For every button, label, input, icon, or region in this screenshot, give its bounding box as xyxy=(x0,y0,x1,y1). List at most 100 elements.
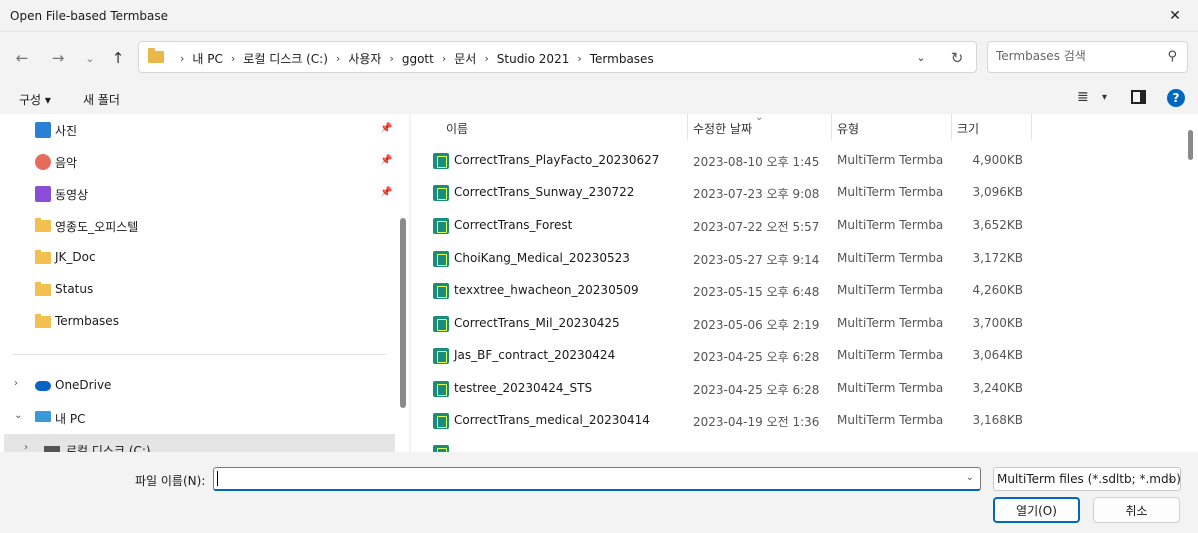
column-header-size[interactable]: 크기 xyxy=(957,120,979,146)
address-dropdown-icon[interactable]: ⌄ xyxy=(913,49,929,65)
file-row[interactable]: CorrectTrans_Forest 2023-07-22 오전 5:57 M… xyxy=(411,210,1181,242)
close-icon[interactable]: ✕ xyxy=(1152,0,1198,32)
file-size: 3,652KB xyxy=(972,218,1023,232)
filename-input[interactable]: ⌄ xyxy=(213,467,981,491)
sidebar-item-label: Termbases xyxy=(55,314,119,328)
sidebar-item-folder[interactable]: Termbases xyxy=(0,306,396,338)
search-box[interactable]: ⚲ xyxy=(987,41,1188,73)
chevron-right-icon[interactable]: › xyxy=(24,442,28,452)
sidebar-item-music[interactable]: 음악 📌 xyxy=(0,146,396,178)
file-row[interactable]: CorrectTrans_Mil_20230425 2023-05-06 오후 … xyxy=(411,308,1181,340)
sidebar-item-folder[interactable]: 영종도_오피스텔 xyxy=(0,210,396,242)
breadcrumb-item[interactable]: 내 PC xyxy=(192,50,222,67)
column-header-name[interactable]: 이름 xyxy=(446,120,468,146)
column-header-modified[interactable]: 수정한 날짜 xyxy=(693,120,752,146)
sidebar-item-videos[interactable]: 동영상 📌 xyxy=(0,178,396,210)
computer-icon xyxy=(35,411,51,422)
termbase-file-icon xyxy=(433,153,449,169)
dialog-footer: 파일 이름(N): ⌄ MultiTerm files (*.sdltb; *.… xyxy=(0,452,1198,533)
cancel-button[interactable]: 취소 xyxy=(1093,497,1180,523)
back-arrow-icon[interactable]: ← xyxy=(10,46,34,70)
file-name: testree_20230424_STS xyxy=(454,381,593,395)
folder-icon xyxy=(35,250,51,264)
breadcrumb-item[interactable]: 문서 xyxy=(454,50,476,67)
forward-arrow-icon[interactable]: → xyxy=(46,46,70,70)
file-row[interactable]: testree_20230424_STS 2023-04-25 오후 6:28 … xyxy=(411,373,1181,405)
scrollbar[interactable] xyxy=(1188,130,1193,160)
folder-icon xyxy=(35,218,51,232)
search-icon[interactable]: ⚲ xyxy=(1167,49,1177,64)
sidebar-item-local-disk[interactable]: › 로컬 디스크 (C:) xyxy=(4,434,395,452)
file-date: 2023-05-15 오후 6:48 xyxy=(693,285,820,299)
preview-pane-icon[interactable] xyxy=(1131,90,1146,104)
view-options-icon[interactable]: ≣ xyxy=(1077,89,1089,105)
onedrive-cloud-icon xyxy=(35,381,51,391)
file-row[interactable]: texxtree_hwacheon_20230509 2023-05-15 오후… xyxy=(411,275,1181,307)
termbase-file-icon xyxy=(433,413,449,429)
new-folder-button[interactable]: 새 폴더 xyxy=(83,91,120,108)
sidebar-item-onedrive[interactable]: › OneDrive xyxy=(0,370,396,402)
termbase-file-icon xyxy=(433,251,449,267)
breadcrumb-item[interactable]: ggott xyxy=(402,52,434,66)
file-list: 이름 수정한 날짜 ⌄ 유형 크기 CorrectTrans_PlayFacto… xyxy=(411,114,1198,452)
pin-icon[interactable]: 📌 xyxy=(380,155,392,166)
chevron-down-icon[interactable]: ⌄ xyxy=(1167,473,1175,484)
file-row[interactable]: CorrectTrans_medical_20230414 2023-04-19… xyxy=(411,405,1181,437)
sidebar-item-folder[interactable]: Status xyxy=(0,274,396,306)
sidebar-item-folder[interactable]: JK_Doc xyxy=(0,242,396,274)
termbase-file-icon xyxy=(433,381,449,397)
file-size: 4,900KB xyxy=(972,153,1023,167)
breadcrumb-item[interactable]: 로컬 디스크 (C:) xyxy=(243,50,328,67)
file-date: 2023-04-25 오후 6:28 xyxy=(693,350,820,364)
file-row[interactable]: CorrectTrans_Sunway_230722 2023-07-23 오후… xyxy=(411,177,1181,209)
file-name: ChoiKang_Medical_20230523 xyxy=(454,251,630,265)
breadcrumb-item[interactable]: Termbases xyxy=(590,52,654,66)
breadcrumb-item[interactable]: 사용자 xyxy=(348,50,381,67)
navigation-bar: ← → ⌄ ↑ › 내 PC › 로컬 디스크 (C:) › 사용자 › ggo… xyxy=(0,32,1198,84)
sidebar-item-label: OneDrive xyxy=(55,378,112,392)
file-name: CorrectTrans_Mil_20230425 xyxy=(454,316,620,330)
organize-menu-button[interactable]: 구성 ▾ xyxy=(19,91,51,108)
folder-icon xyxy=(35,282,51,296)
file-size: 4,260KB xyxy=(972,283,1023,297)
chevron-down-icon[interactable]: ⌄ xyxy=(14,410,22,421)
sidebar-item-pictures[interactable]: 사진 📌 xyxy=(0,114,396,146)
column-header-type[interactable]: 유형 xyxy=(837,120,859,146)
text-caret xyxy=(217,471,218,486)
file-type-filter-select[interactable]: MultiTerm files (*.sdltb; *.mdb) ⌄ xyxy=(993,467,1181,491)
sidebar-item-label: Status xyxy=(55,282,94,296)
termbase-file-icon xyxy=(433,316,449,332)
view-dropdown-icon[interactable]: ▾ xyxy=(1102,92,1107,103)
recent-locations-chevron-icon[interactable]: ⌄ xyxy=(78,46,102,70)
file-row[interactable]: ChoiKang_Medical_20230523 2023-05-27 오후 … xyxy=(411,243,1181,275)
pin-icon[interactable]: 📌 xyxy=(380,123,392,134)
sidebar-item-this-pc[interactable]: ⌄ 내 PC xyxy=(0,402,396,434)
search-input[interactable] xyxy=(996,49,1156,63)
scrollbar[interactable] xyxy=(400,218,406,408)
breadcrumb-item[interactable]: Studio 2021 xyxy=(497,52,570,66)
file-type: MultiTerm Termbase xyxy=(837,348,943,362)
pin-icon[interactable]: 📌 xyxy=(380,187,392,198)
divider xyxy=(12,354,386,355)
chevron-right-icon[interactable]: › xyxy=(14,378,18,389)
file-row[interactable]: Jas_BF_contract_20230424 2023-04-25 오후 6… xyxy=(411,340,1181,372)
file-size: 3,168KB xyxy=(972,413,1023,427)
chevron-down-icon[interactable]: ⌄ xyxy=(966,472,974,483)
up-arrow-icon[interactable]: ↑ xyxy=(106,46,130,70)
termbase-file-icon xyxy=(433,283,449,299)
file-type: MultiTerm Termbase xyxy=(837,218,943,232)
address-bar[interactable]: › 내 PC › 로컬 디스크 (C:) › 사용자 › ggott › 문서 … xyxy=(138,41,977,73)
open-button[interactable]: 열기(O) xyxy=(993,497,1080,523)
file-row[interactable]: CorrectTrans_PlayFacto_20230627 2023-08-… xyxy=(411,145,1181,177)
refresh-icon[interactable]: ↻ xyxy=(947,48,967,68)
file-size: 3,064KB xyxy=(972,348,1023,362)
help-icon[interactable]: ? xyxy=(1167,89,1185,107)
file-type: MultiTerm Termbase xyxy=(837,283,943,297)
sidebar-item-label: 영종도_오피스텔 xyxy=(55,220,139,234)
file-size: 3,172KB xyxy=(972,251,1023,265)
pictures-icon xyxy=(35,122,51,138)
file-row-partial[interactable] xyxy=(411,437,1181,452)
command-bar: 구성 ▾ 새 폴더 ≣ ▾ ? xyxy=(0,84,1198,114)
sidebar-item-label: JK_Doc xyxy=(55,250,96,264)
file-type: MultiTerm Termbase xyxy=(837,381,943,395)
